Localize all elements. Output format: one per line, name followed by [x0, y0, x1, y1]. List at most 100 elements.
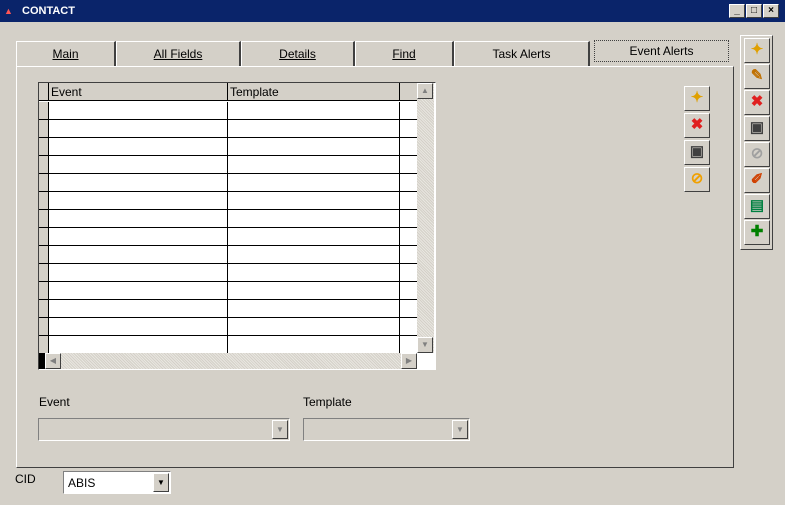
grid-toolbar-button-2[interactable]: ✖	[684, 113, 710, 138]
cell-event[interactable]	[49, 264, 228, 282]
side-toolbar-button-4[interactable]: ▣	[744, 116, 770, 141]
row-selector[interactable]	[39, 282, 49, 300]
table-row[interactable]	[49, 228, 417, 246]
cell-template[interactable]	[228, 264, 400, 282]
row-selector[interactable]	[39, 192, 49, 210]
cell-event[interactable]	[49, 192, 228, 210]
cell-event[interactable]	[49, 138, 228, 156]
side-toolbar-button-6[interactable]: ✐	[744, 168, 770, 193]
cell-template[interactable]	[228, 174, 400, 192]
edit-icon: ✎	[750, 67, 764, 84]
tab-all-fields[interactable]: All Fields	[116, 41, 241, 66]
row-selector[interactable]	[39, 264, 49, 282]
chevron-down-icon[interactable]: ▼	[452, 420, 468, 439]
event-select[interactable]: ▼	[38, 418, 290, 441]
column-header-event[interactable]: Event	[49, 83, 228, 101]
cell-template[interactable]	[228, 300, 400, 318]
cell-template[interactable]	[228, 156, 400, 174]
cell-template[interactable]	[228, 336, 400, 354]
cell-event[interactable]	[49, 300, 228, 318]
tab-find[interactable]: Find	[355, 41, 454, 66]
pin-icon: ✚	[750, 223, 764, 240]
scroll-left-icon[interactable]: ◀	[45, 353, 61, 369]
cell-template[interactable]	[228, 246, 400, 264]
delete-icon: ✖	[750, 93, 764, 110]
table-row[interactable]	[49, 318, 417, 336]
table-row[interactable]	[49, 210, 417, 228]
tab-event-alerts[interactable]: Event Alerts	[594, 40, 729, 62]
cell-template[interactable]	[228, 102, 400, 120]
cell-template[interactable]	[228, 138, 400, 156]
table-row[interactable]	[49, 336, 417, 354]
row-selector[interactable]	[39, 138, 49, 156]
chevron-down-icon[interactable]: ▼	[153, 473, 169, 492]
row-selector[interactable]	[39, 228, 49, 246]
column-header-template[interactable]: Template	[228, 83, 400, 101]
side-toolbar-button-5[interactable]: ⊘	[744, 142, 770, 167]
cell-template[interactable]	[228, 228, 400, 246]
side-toolbar-button-1[interactable]: ✦	[744, 38, 770, 63]
table-row[interactable]	[49, 138, 417, 156]
table-row[interactable]	[49, 264, 417, 282]
table-row[interactable]	[49, 282, 417, 300]
chevron-down-icon[interactable]: ▼	[272, 420, 288, 439]
side-toolbar-button-3[interactable]: ✖	[744, 90, 770, 115]
grid-toolbar-button-3[interactable]: ▣	[684, 140, 710, 165]
table-row[interactable]	[49, 120, 417, 138]
cell-template[interactable]	[228, 192, 400, 210]
row-selector[interactable]	[39, 336, 49, 354]
cell-template[interactable]	[228, 282, 400, 300]
row-selector[interactable]	[39, 210, 49, 228]
row-selector[interactable]	[39, 174, 49, 192]
header-corner	[39, 83, 49, 101]
cid-select[interactable]: ABIS ▼	[63, 471, 171, 494]
cancel-icon: ⊘	[690, 170, 704, 187]
close-button[interactable]: ×	[763, 4, 779, 18]
cell-event[interactable]	[49, 246, 228, 264]
side-toolbar-button-7[interactable]: ▤	[744, 194, 770, 219]
table-row[interactable]	[49, 246, 417, 264]
cid-label: CID	[15, 472, 36, 486]
table-row[interactable]	[49, 102, 417, 120]
notes-icon: ✐	[750, 171, 764, 188]
cell-event[interactable]	[49, 228, 228, 246]
row-selector[interactable]	[39, 102, 49, 120]
grid-toolbar-button-4[interactable]: ⊘	[684, 167, 710, 192]
maximize-button[interactable]: □	[746, 4, 762, 18]
table-row[interactable]	[49, 300, 417, 318]
scroll-right-icon[interactable]: ▶	[401, 353, 417, 369]
minimize-button[interactable]: _	[729, 4, 745, 18]
row-selector[interactable]	[39, 300, 49, 318]
cell-event[interactable]	[49, 282, 228, 300]
cell-event[interactable]	[49, 102, 228, 120]
side-toolbar-button-8[interactable]: ✚	[744, 220, 770, 245]
row-selector[interactable]	[39, 120, 49, 138]
table-row[interactable]	[49, 156, 417, 174]
grid-toolbar-button-1[interactable]: ✦	[684, 86, 710, 111]
save-icon: ▣	[689, 143, 705, 160]
cell-event[interactable]	[49, 174, 228, 192]
tab-main[interactable]: Main	[16, 41, 116, 66]
cell-event[interactable]	[49, 318, 228, 336]
table-row[interactable]	[49, 174, 417, 192]
vertical-scrollbar[interactable]: ▲ ▼	[417, 83, 434, 353]
cell-event[interactable]	[49, 120, 228, 138]
cell-template[interactable]	[228, 318, 400, 336]
template-select[interactable]: ▼	[303, 418, 470, 441]
cell-event[interactable]	[49, 156, 228, 174]
side-toolbar-button-2[interactable]: ✎	[744, 64, 770, 89]
tab-details[interactable]: Details	[241, 41, 355, 66]
cell-event[interactable]	[49, 336, 228, 354]
app-icon: ▲	[4, 6, 13, 16]
cell-template[interactable]	[228, 120, 400, 138]
table-row[interactable]	[49, 192, 417, 210]
row-selector[interactable]	[39, 246, 49, 264]
horizontal-scrollbar[interactable]: ◀ ▶	[45, 353, 417, 369]
row-selector[interactable]	[39, 318, 49, 336]
cell-event[interactable]	[49, 210, 228, 228]
scroll-up-icon[interactable]: ▲	[417, 83, 433, 99]
scroll-down-icon[interactable]: ▼	[417, 337, 433, 353]
tab-task-alerts[interactable]: Task Alerts	[454, 41, 590, 66]
cell-template[interactable]	[228, 210, 400, 228]
row-selector[interactable]	[39, 156, 49, 174]
